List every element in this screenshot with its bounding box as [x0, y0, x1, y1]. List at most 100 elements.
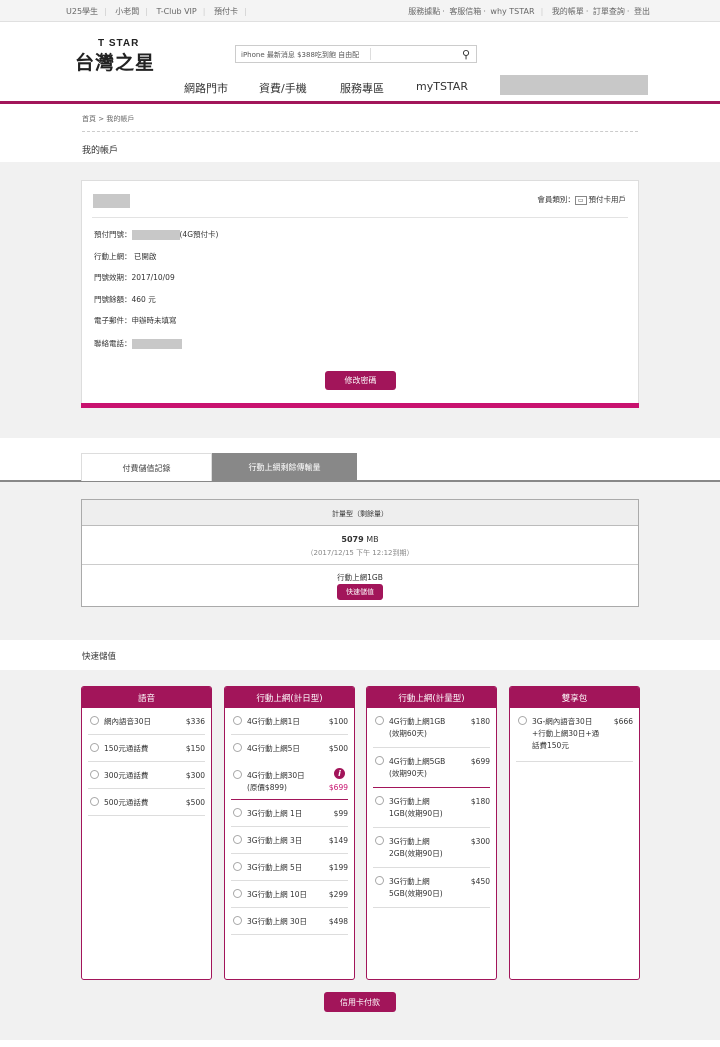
radio-button[interactable]	[518, 716, 527, 725]
radio-button[interactable]	[90, 770, 99, 779]
option-volume-3[interactable]: 3G行動上網 1GB(效期90日) $180	[373, 788, 490, 828]
option-daily-5[interactable]: 3G行動上網 3日 $149	[231, 827, 348, 854]
redacted-number	[131, 230, 180, 240]
top-utility-bar: U25學生 | 小老闆 | T-Club VIP | 預付卡 | 服務據點 · 客服信箱 ·…	[0, 0, 720, 22]
info-icon[interactable]: i	[334, 768, 345, 779]
radio-button[interactable]	[375, 876, 384, 885]
page-title: 我的帳戶	[82, 146, 119, 156]
option-daily-7[interactable]: 3G行動上網 10日 $299	[231, 881, 348, 908]
dashed-divider	[82, 131, 638, 132]
redacted-name	[93, 194, 130, 208]
member-type-label: 會員類別：	[537, 195, 575, 204]
top-link-why[interactable]: why TSTAR	[490, 7, 534, 16]
option-daily-8[interactable]: 3G行動上網 30日 $498	[231, 908, 348, 935]
quick-topup-button[interactable]: 快速儲值	[337, 584, 383, 600]
option-voice-1[interactable]: 網內語音30日 $336	[88, 708, 205, 735]
footer-strip	[0, 1040, 720, 1047]
nav-mytstar[interactable]: myTSTAR	[416, 80, 468, 93]
tab-data-remaining[interactable]: 行動上網剩餘傳輸量	[212, 453, 357, 481]
column-title: 語音	[82, 687, 211, 708]
usage-amount: 5079	[341, 535, 364, 544]
logo-title[interactable]: 台灣之星	[75, 48, 155, 75]
radio-button[interactable]	[233, 862, 242, 871]
nav-service[interactable]: 服務專區	[340, 80, 384, 96]
redacted-block	[500, 75, 648, 95]
card-icon: ▭	[574, 196, 587, 205]
redacted-phone	[131, 339, 182, 349]
radio-button[interactable]	[233, 743, 242, 752]
nav-store[interactable]: 網路門市	[184, 80, 228, 96]
card-accent-bar	[81, 403, 639, 408]
account-card: 會員類別： ▭ 預付卡用戶 預付門號： (4G預付卡) 行動上網： 已開啟 門號效期：…	[81, 180, 639, 408]
member-type-value: 預付卡用戶	[588, 195, 627, 204]
option-voice-3[interactable]: 300元通話費 $300	[88, 762, 205, 789]
option-volume-1[interactable]: 4G行動上網1GB (效期60天) $180	[373, 708, 490, 748]
top-link-tclub[interactable]: T-Club VIP	[157, 7, 197, 16]
radio-button[interactable]	[375, 756, 384, 765]
option-daily-1[interactable]: 4G行動上網1日 $100	[231, 708, 348, 735]
top-link-stores[interactable]: 服務據點	[408, 7, 440, 16]
radio-button[interactable]	[233, 770, 242, 779]
search-icon[interactable]: ⚲	[462, 48, 470, 61]
nav-plans[interactable]: 資費/手機	[259, 80, 307, 96]
prepaid-row: 預付門號： (4G預付卡)	[94, 230, 219, 240]
member-type: 會員類別： ▭ 預付卡用戶	[537, 194, 626, 205]
usage-amount-row: 5079 MB （2017/12/15 下午 12:12到期）	[82, 526, 638, 565]
column-voice: 語音 網內語音30日 $336 150元通話費 $150 300元通話費 $300 5…	[81, 686, 212, 980]
top-link-prepaid[interactable]: 預付卡	[214, 7, 238, 16]
column-data-daily: 行動上網(計日型) 4G行動上網1日 $100 4G行動上網5日 $500 4G行動…	[224, 686, 355, 980]
top-link-mail[interactable]: 客服信箱	[449, 7, 481, 16]
radio-button[interactable]	[233, 916, 242, 925]
radio-button[interactable]	[233, 716, 242, 725]
email-row: 電子郵件：申辦時未填寫	[94, 316, 177, 325]
radio-button[interactable]	[90, 743, 99, 752]
option-voice-4[interactable]: 500元通話費 $500	[88, 789, 205, 816]
top-link-orders[interactable]: 訂單查詢	[593, 7, 625, 16]
option-volume-2[interactable]: 4G行動上網5GB (效期90天) $699	[373, 748, 490, 788]
top-link-u25[interactable]: U25學生	[66, 7, 98, 16]
search-input[interactable]: iPhone 最新消息 $388吃到飽 自由配	[241, 50, 359, 60]
option-daily-2[interactable]: 4G行動上網5日 $500	[231, 735, 348, 762]
breadcrumb[interactable]: 首頁 > 我的帳戶	[82, 114, 134, 124]
option-daily-4[interactable]: 3G行動上網 1日 $99	[231, 800, 348, 827]
column-bundle: 雙享包 3G-網內語音30日 +行動上網30日+通 話費150元 $666	[509, 686, 640, 980]
usage-expiry: （2017/12/15 下午 12:12到期）	[306, 549, 414, 557]
top-links-right: 服務據點 · 客服信箱 · why TSTAR | 我的帳單 · 訂單查詢 · 登出	[408, 7, 650, 16]
breadcrumb-area: 首頁 > 我的帳戶 我的帳戶	[0, 104, 720, 162]
option-bundle-1[interactable]: 3G-網內語音30日 +行動上網30日+通 話費150元 $666	[516, 708, 633, 762]
usage-plan: 行動上網1GB	[337, 573, 383, 582]
phone-row: 聯絡電話：	[94, 338, 182, 349]
radio-button[interactable]	[90, 716, 99, 725]
column-title: 雙享包	[510, 687, 639, 708]
option-volume-4[interactable]: 3G行動上網 2GB(效期90日) $300	[373, 828, 490, 868]
usage-plan-row: 行動上網1GB	[82, 565, 638, 583]
radio-button[interactable]	[375, 836, 384, 845]
top-link-logout[interactable]: 登出	[634, 7, 650, 16]
option-daily-6[interactable]: 3G行動上網 5日 $199	[231, 854, 348, 881]
top-link-account[interactable]: 我的帳單	[552, 7, 584, 16]
quick-topup-title: 快速儲值	[82, 652, 117, 662]
top-links-left: U25學生 | 小老闆 | T-Club VIP | 預付卡 |	[66, 7, 247, 16]
column-title: 行動上網(計日型)	[225, 687, 354, 708]
mobile-row: 行動上網： 已開啟	[94, 252, 157, 261]
radio-button[interactable]	[375, 796, 384, 805]
radio-button[interactable]	[233, 889, 242, 898]
radio-button[interactable]	[90, 797, 99, 806]
top-link-boss[interactable]: 小老闆	[115, 7, 139, 16]
search-divider	[370, 48, 371, 60]
radio-button[interactable]	[233, 808, 242, 817]
radio-button[interactable]	[375, 716, 384, 725]
search-box[interactable]: iPhone 最新消息 $388吃到飽 自由配 ⚲	[235, 45, 477, 63]
option-voice-2[interactable]: 150元通話費 $150	[88, 735, 205, 762]
quick-topup-band: 快速儲值	[0, 640, 720, 670]
option-volume-5[interactable]: 3G行動上網 5GB(效期90日) $450	[373, 868, 490, 908]
tab-payment-history[interactable]: 付費儲值記錄	[81, 453, 212, 481]
card-divider	[92, 217, 628, 218]
column-data-volume: 行動上網(計量型) 4G行動上網1GB (效期60天) $180 4G行動上網5GB…	[366, 686, 497, 980]
usage-unit: MB	[366, 535, 379, 544]
radio-button[interactable]	[233, 835, 242, 844]
change-password-button[interactable]: 修改密碼	[325, 371, 396, 390]
option-daily-3[interactable]: 4G行動上網30日 (原價$899) i $699	[231, 762, 348, 800]
credit-card-pay-button[interactable]: 信用卡付款	[324, 992, 396, 1012]
column-title: 行動上網(計量型)	[367, 687, 496, 708]
